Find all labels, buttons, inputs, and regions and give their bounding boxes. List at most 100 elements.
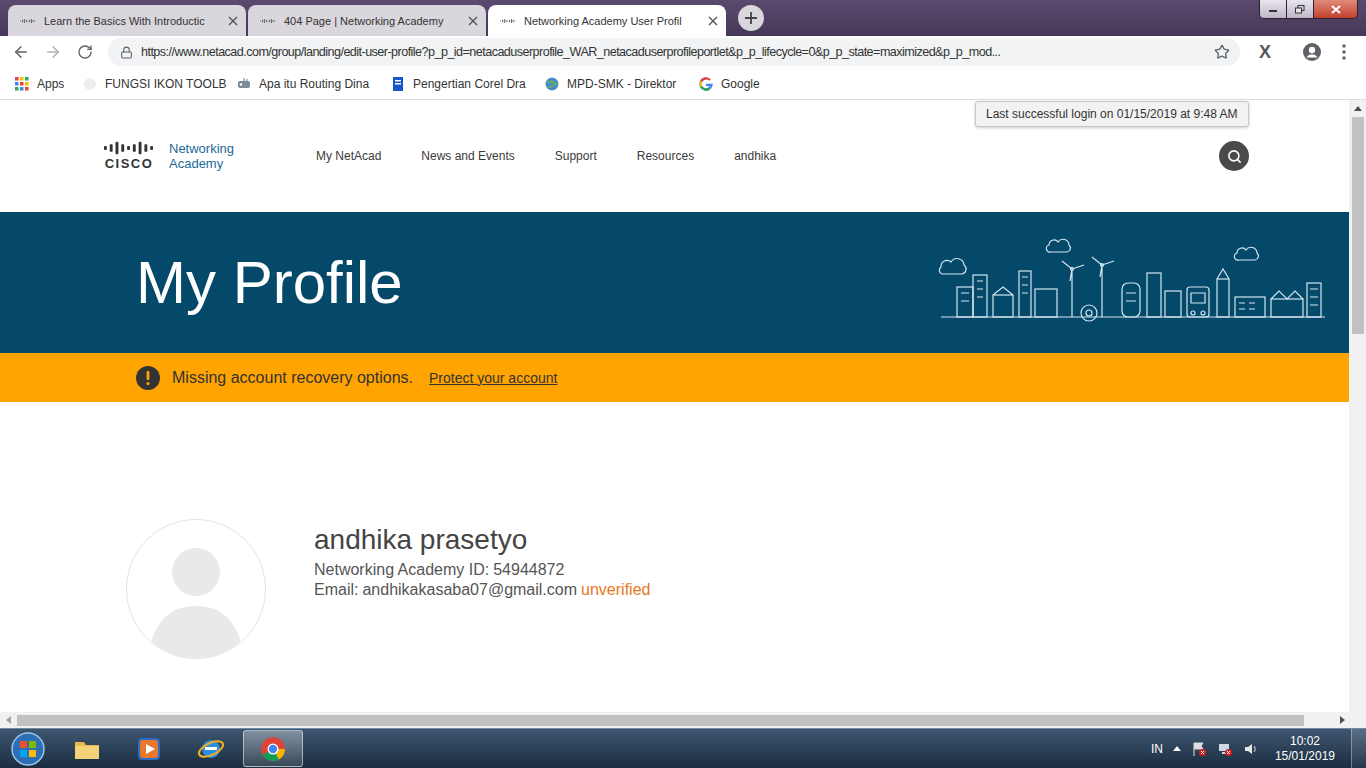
reload-button[interactable] xyxy=(69,38,101,66)
show-hidden-icons-icon[interactable] xyxy=(1173,746,1181,751)
scroll-thumb[interactable] xyxy=(17,715,1304,726)
nav-item[interactable]: andhika xyxy=(734,149,776,163)
more-vertical-icon[interactable] xyxy=(1342,44,1346,60)
bookmark-label[interactable]: Apps xyxy=(37,77,64,91)
minimize-icon[interactable] xyxy=(1268,5,1278,13)
close-tab-icon[interactable] xyxy=(228,16,238,26)
alert-message: Missing account recovery options. xyxy=(172,369,413,387)
scroll-thumb[interactable] xyxy=(1352,117,1364,334)
cisco-favicon-icon xyxy=(500,17,516,25)
email-status[interactable]: unverified xyxy=(581,580,650,600)
browser-tab[interactable]: Learn the Basics With Introductic xyxy=(8,5,246,36)
new-tab-button[interactable] xyxy=(738,5,764,31)
protect-account-link[interactable]: Protect your account xyxy=(429,370,557,386)
taskbar-app[interactable] xyxy=(57,730,117,767)
clock-time[interactable]: 10:02 xyxy=(1290,734,1320,749)
nav-item[interactable]: My NetAcad xyxy=(316,149,381,163)
lock-icon[interactable] xyxy=(120,46,133,59)
forward-button[interactable] xyxy=(37,38,69,66)
volume-icon[interactable] xyxy=(1243,741,1259,757)
minimize-button[interactable] xyxy=(1260,0,1286,18)
last-login-tooltip: Last successful login on 01/15/2019 at 9… xyxy=(975,101,1249,127)
page-content: CISCO NetworkingAcademy My NetAcad News and… xyxy=(0,100,1349,712)
tab-title[interactable]: Learn the Basics With Introductic xyxy=(44,15,220,27)
nav-item[interactable]: News and Events xyxy=(421,149,514,163)
bookmark-item[interactable]: Pengertian Corel Dra xyxy=(390,72,542,96)
close-icon[interactable] xyxy=(1331,5,1341,14)
cisco-wordmark[interactable]: CISCO xyxy=(105,156,154,171)
scroll-right-button[interactable] xyxy=(1334,712,1350,728)
bookmark-label[interactable]: FUNGSI IKON TOOLB xyxy=(105,77,227,91)
user-silhouette-icon[interactable] xyxy=(127,520,265,658)
horizontal-scrollbar[interactable] xyxy=(0,712,1366,728)
windows-start-icon[interactable] xyxy=(10,731,46,767)
bookmark-item[interactable]: Google xyxy=(698,72,850,96)
clock[interactable]: 10:0215/01/2019 xyxy=(1269,734,1341,764)
bookmark-item[interactable]: Apps xyxy=(14,72,80,96)
close-tab-icon[interactable] xyxy=(708,16,718,26)
close-window-button[interactable] xyxy=(1313,0,1357,18)
chrome-icon[interactable] xyxy=(258,734,288,764)
system-tray: IN 10:0215/01/2019 xyxy=(1151,729,1366,768)
arrow-right-icon[interactable] xyxy=(44,43,62,61)
media-player-icon[interactable] xyxy=(134,734,164,764)
triangle-right-icon[interactable] xyxy=(1340,716,1345,724)
avatar[interactable] xyxy=(126,519,266,659)
profile-button[interactable] xyxy=(1296,38,1328,66)
search-button[interactable] xyxy=(1219,141,1249,171)
page-icon xyxy=(82,76,98,92)
bookmark-label[interactable]: Apa itu Routing Dina xyxy=(259,77,369,91)
academy-name[interactable]: NetworkingAcademy xyxy=(169,141,234,171)
search-icon[interactable] xyxy=(1227,149,1242,164)
vertical-scrollbar[interactable] xyxy=(1349,100,1366,712)
triangle-up-icon[interactable] xyxy=(1354,106,1362,111)
url-text[interactable]: https://www.netacad.com/group/landing/ed… xyxy=(141,45,1206,59)
bookmark-label[interactable]: MPD-SMK - Direktor xyxy=(567,77,676,91)
show-desktop-button[interactable] xyxy=(1351,729,1366,768)
star-icon[interactable] xyxy=(1214,44,1230,60)
close-tab-icon[interactable] xyxy=(468,16,478,26)
browser-tab[interactable]: Networking Academy User Profil xyxy=(488,5,726,36)
action-center-flag-icon[interactable] xyxy=(1191,741,1207,757)
city-skyline-illustration xyxy=(937,237,1329,329)
network-icon[interactable] xyxy=(1217,741,1233,757)
plus-icon[interactable] xyxy=(745,12,757,24)
taskbar-app[interactable] xyxy=(181,730,241,767)
start-button[interactable] xyxy=(0,729,56,768)
menu-button[interactable] xyxy=(1328,38,1360,66)
taskbar-app[interactable] xyxy=(119,730,179,767)
address-bar[interactable]: https://www.netacad.com/group/landing/ed… xyxy=(108,38,1240,66)
browser-tab[interactable]: 404 Page | Networking Academy xyxy=(248,5,486,36)
cisco-logo[interactable]: CISCO xyxy=(103,141,155,171)
reload-icon[interactable] xyxy=(77,44,93,60)
tab-strip: Learn the Basics With Introductic 404 Pag… xyxy=(0,0,1366,36)
netacad-logo[interactable]: CISCO NetworkingAcademy xyxy=(103,141,316,171)
clock-date[interactable]: 15/01/2019 xyxy=(1275,749,1335,764)
tab-title[interactable]: 404 Page | Networking Academy xyxy=(284,15,460,27)
arrow-left-icon[interactable] xyxy=(12,43,30,61)
language-indicator[interactable]: IN xyxy=(1151,742,1163,756)
nav-item[interactable]: Resources xyxy=(637,149,694,163)
file-explorer-icon[interactable] xyxy=(72,734,102,764)
taskbar-app[interactable] xyxy=(243,730,303,767)
tab-title[interactable]: Networking Academy User Profil xyxy=(524,15,700,27)
scroll-left-button[interactable] xyxy=(0,712,16,728)
bookmark-item[interactable]: Apa itu Routing Dina xyxy=(236,72,388,96)
restore-icon[interactable] xyxy=(1295,5,1305,14)
globe-icon xyxy=(544,76,560,92)
maximize-button[interactable] xyxy=(1286,0,1313,18)
bookmark-item[interactable]: FUNGSI IKON TOOLB xyxy=(82,72,234,96)
nav-item[interactable]: Support xyxy=(555,149,597,163)
back-button[interactable] xyxy=(5,38,37,66)
extension-label[interactable]: X xyxy=(1259,42,1271,63)
bookmark-item[interactable]: MPD-SMK - Direktor xyxy=(544,72,696,96)
extension-button[interactable]: X xyxy=(1249,38,1281,66)
bookmark-label[interactable]: Google xyxy=(721,77,760,91)
scroll-up-button[interactable] xyxy=(1350,100,1366,116)
cisco-favicon-icon xyxy=(20,17,36,25)
scroll-track[interactable] xyxy=(16,712,1334,728)
account-icon[interactable] xyxy=(1302,42,1322,62)
triangle-left-icon[interactable] xyxy=(6,716,11,724)
bookmark-label[interactable]: Pengertian Corel Dra xyxy=(413,77,526,91)
internet-explorer-icon[interactable] xyxy=(196,734,226,764)
